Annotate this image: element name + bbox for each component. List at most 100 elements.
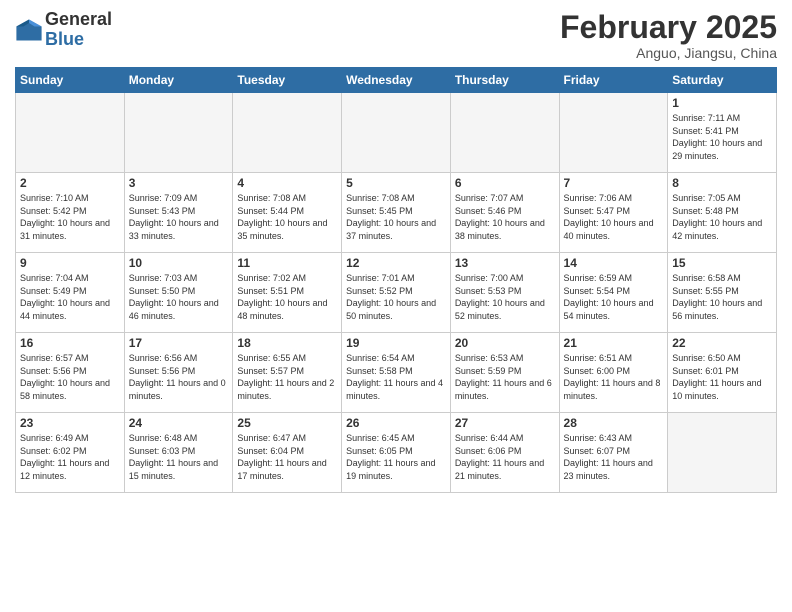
col-sunday: Sunday — [16, 68, 125, 93]
day-info: Sunrise: 7:01 AM Sunset: 5:52 PM Dayligh… — [346, 272, 446, 322]
header-row: Sunday Monday Tuesday Wednesday Thursday… — [16, 68, 777, 93]
day-info: Sunrise: 6:55 AM Sunset: 5:57 PM Dayligh… — [237, 352, 337, 402]
day-cell: 7 Sunrise: 7:06 AM Sunset: 5:47 PM Daylig… — [559, 173, 668, 253]
day-number: 13 — [455, 256, 555, 270]
logo: General Blue — [15, 10, 112, 50]
day-number: 2 — [20, 176, 120, 190]
day-number: 23 — [20, 416, 120, 430]
day-number: 10 — [129, 256, 229, 270]
day-info: Sunrise: 6:44 AM Sunset: 6:06 PM Dayligh… — [455, 432, 555, 482]
calendar-table: Sunday Monday Tuesday Wednesday Thursday… — [15, 67, 777, 493]
day-number: 7 — [564, 176, 664, 190]
day-info: Sunrise: 7:05 AM Sunset: 5:48 PM Dayligh… — [672, 192, 772, 242]
day-cell — [342, 93, 451, 173]
day-cell: 14 Sunrise: 6:59 AM Sunset: 5:54 PM Dayli… — [559, 253, 668, 333]
day-info: Sunrise: 7:00 AM Sunset: 5:53 PM Dayligh… — [455, 272, 555, 322]
day-cell: 16 Sunrise: 6:57 AM Sunset: 5:56 PM Dayli… — [16, 333, 125, 413]
day-info: Sunrise: 6:54 AM Sunset: 5:58 PM Dayligh… — [346, 352, 446, 402]
col-saturday: Saturday — [668, 68, 777, 93]
day-number: 24 — [129, 416, 229, 430]
day-number: 17 — [129, 336, 229, 350]
page: General Blue February 2025 Anguo, Jiangs… — [0, 0, 792, 612]
day-info: Sunrise: 6:57 AM Sunset: 5:56 PM Dayligh… — [20, 352, 120, 402]
day-cell: 12 Sunrise: 7:01 AM Sunset: 5:52 PM Dayli… — [342, 253, 451, 333]
day-number: 18 — [237, 336, 337, 350]
day-cell — [450, 93, 559, 173]
day-number: 11 — [237, 256, 337, 270]
day-cell: 8Sunrise: 7:05 AM Sunset: 5:48 PM Daylig… — [668, 173, 777, 253]
day-info: Sunrise: 7:03 AM Sunset: 5:50 PM Dayligh… — [129, 272, 229, 322]
day-info: Sunrise: 7:02 AM Sunset: 5:51 PM Dayligh… — [237, 272, 337, 322]
day-cell: 19 Sunrise: 6:54 AM Sunset: 5:58 PM Dayli… — [342, 333, 451, 413]
day-info: Sunrise: 7:04 AM Sunset: 5:49 PM Dayligh… — [20, 272, 120, 322]
day-info: Sunrise: 6:59 AM Sunset: 5:54 PM Dayligh… — [564, 272, 664, 322]
day-cell: 4Sunrise: 7:08 AM Sunset: 5:44 PM Daylig… — [233, 173, 342, 253]
day-number: 22 — [672, 336, 772, 350]
day-info: Sunrise: 6:48 AM Sunset: 6:03 PM Dayligh… — [129, 432, 229, 482]
week-row-0: 1 Sunrise: 7:11 AM Sunset: 5:41 PM Daylig… — [16, 93, 777, 173]
logo-blue-text: Blue — [45, 30, 112, 50]
day-info: Sunrise: 6:47 AM Sunset: 6:04 PM Dayligh… — [237, 432, 337, 482]
day-number: 16 — [20, 336, 120, 350]
day-info: Sunrise: 7:10 AM Sunset: 5:42 PM Dayligh… — [20, 192, 120, 242]
day-info: Sunrise: 6:58 AM Sunset: 5:55 PM Dayligh… — [672, 272, 772, 322]
day-number: 21 — [564, 336, 664, 350]
day-info: Sunrise: 7:11 AM Sunset: 5:41 PM Dayligh… — [672, 112, 772, 162]
day-info: Sunrise: 7:06 AM Sunset: 5:47 PM Dayligh… — [564, 192, 664, 242]
day-cell: 28Sunrise: 6:43 AM Sunset: 6:07 PM Dayli… — [559, 413, 668, 493]
day-info: Sunrise: 7:09 AM Sunset: 5:43 PM Dayligh… — [129, 192, 229, 242]
day-info: Sunrise: 7:08 AM Sunset: 5:45 PM Dayligh… — [346, 192, 446, 242]
month-title: February 2025 — [560, 10, 777, 45]
day-cell: 1 Sunrise: 7:11 AM Sunset: 5:41 PM Daylig… — [668, 93, 777, 173]
day-number: 12 — [346, 256, 446, 270]
day-number: 1 — [672, 96, 772, 110]
day-cell — [559, 93, 668, 173]
day-cell: 18 Sunrise: 6:55 AM Sunset: 5:57 PM Dayli… — [233, 333, 342, 413]
header: General Blue February 2025 Anguo, Jiangs… — [15, 10, 777, 61]
day-number: 20 — [455, 336, 555, 350]
week-row-1: 2 Sunrise: 7:10 AM Sunset: 5:42 PM Daylig… — [16, 173, 777, 253]
day-cell: 15 Sunrise: 6:58 AM Sunset: 5:55 PM Dayli… — [668, 253, 777, 333]
day-info: Sunrise: 7:08 AM Sunset: 5:44 PM Dayligh… — [237, 192, 337, 242]
day-cell: 11 Sunrise: 7:02 AM Sunset: 5:51 PM Dayli… — [233, 253, 342, 333]
day-cell — [124, 93, 233, 173]
day-number: 19 — [346, 336, 446, 350]
day-number: 9 — [20, 256, 120, 270]
day-cell: 23Sunrise: 6:49 AM Sunset: 6:02 PM Dayli… — [16, 413, 125, 493]
day-number: 27 — [455, 416, 555, 430]
day-cell: 22Sunrise: 6:50 AM Sunset: 6:01 PM Dayli… — [668, 333, 777, 413]
week-row-2: 9 Sunrise: 7:04 AM Sunset: 5:49 PM Daylig… — [16, 253, 777, 333]
day-cell: 3 Sunrise: 7:09 AM Sunset: 5:43 PM Daylig… — [124, 173, 233, 253]
day-info: Sunrise: 7:07 AM Sunset: 5:46 PM Dayligh… — [455, 192, 555, 242]
logo-general-text: General — [45, 10, 112, 30]
day-info: Sunrise: 6:51 AM Sunset: 6:00 PM Dayligh… — [564, 352, 664, 402]
day-info: Sunrise: 6:43 AM Sunset: 6:07 PM Dayligh… — [564, 432, 664, 482]
day-cell: 13 Sunrise: 7:00 AM Sunset: 5:53 PM Dayli… — [450, 253, 559, 333]
col-tuesday: Tuesday — [233, 68, 342, 93]
day-info: Sunrise: 6:53 AM Sunset: 5:59 PM Dayligh… — [455, 352, 555, 402]
week-row-3: 16 Sunrise: 6:57 AM Sunset: 5:56 PM Dayli… — [16, 333, 777, 413]
day-cell: 10 Sunrise: 7:03 AM Sunset: 5:50 PM Dayli… — [124, 253, 233, 333]
title-block: February 2025 Anguo, Jiangsu, China — [560, 10, 777, 61]
day-cell — [233, 93, 342, 173]
logo-icon — [15, 16, 43, 44]
day-cell: 26Sunrise: 6:45 AM Sunset: 6:05 PM Dayli… — [342, 413, 451, 493]
day-info: Sunrise: 6:56 AM Sunset: 5:56 PM Dayligh… — [129, 352, 229, 402]
day-cell: 9 Sunrise: 7:04 AM Sunset: 5:49 PM Daylig… — [16, 253, 125, 333]
day-cell — [668, 413, 777, 493]
day-cell: 21 Sunrise: 6:51 AM Sunset: 6:00 PM Dayli… — [559, 333, 668, 413]
day-number: 14 — [564, 256, 664, 270]
week-row-4: 23Sunrise: 6:49 AM Sunset: 6:02 PM Dayli… — [16, 413, 777, 493]
day-cell: 17 Sunrise: 6:56 AM Sunset: 5:56 PM Dayli… — [124, 333, 233, 413]
day-cell: 6 Sunrise: 7:07 AM Sunset: 5:46 PM Daylig… — [450, 173, 559, 253]
day-number: 5 — [346, 176, 446, 190]
col-wednesday: Wednesday — [342, 68, 451, 93]
day-number: 6 — [455, 176, 555, 190]
day-cell: 25Sunrise: 6:47 AM Sunset: 6:04 PM Dayli… — [233, 413, 342, 493]
location: Anguo, Jiangsu, China — [560, 45, 777, 61]
col-monday: Monday — [124, 68, 233, 93]
day-number: 15 — [672, 256, 772, 270]
day-number: 26 — [346, 416, 446, 430]
logo-text: General Blue — [45, 10, 112, 50]
day-number: 3 — [129, 176, 229, 190]
